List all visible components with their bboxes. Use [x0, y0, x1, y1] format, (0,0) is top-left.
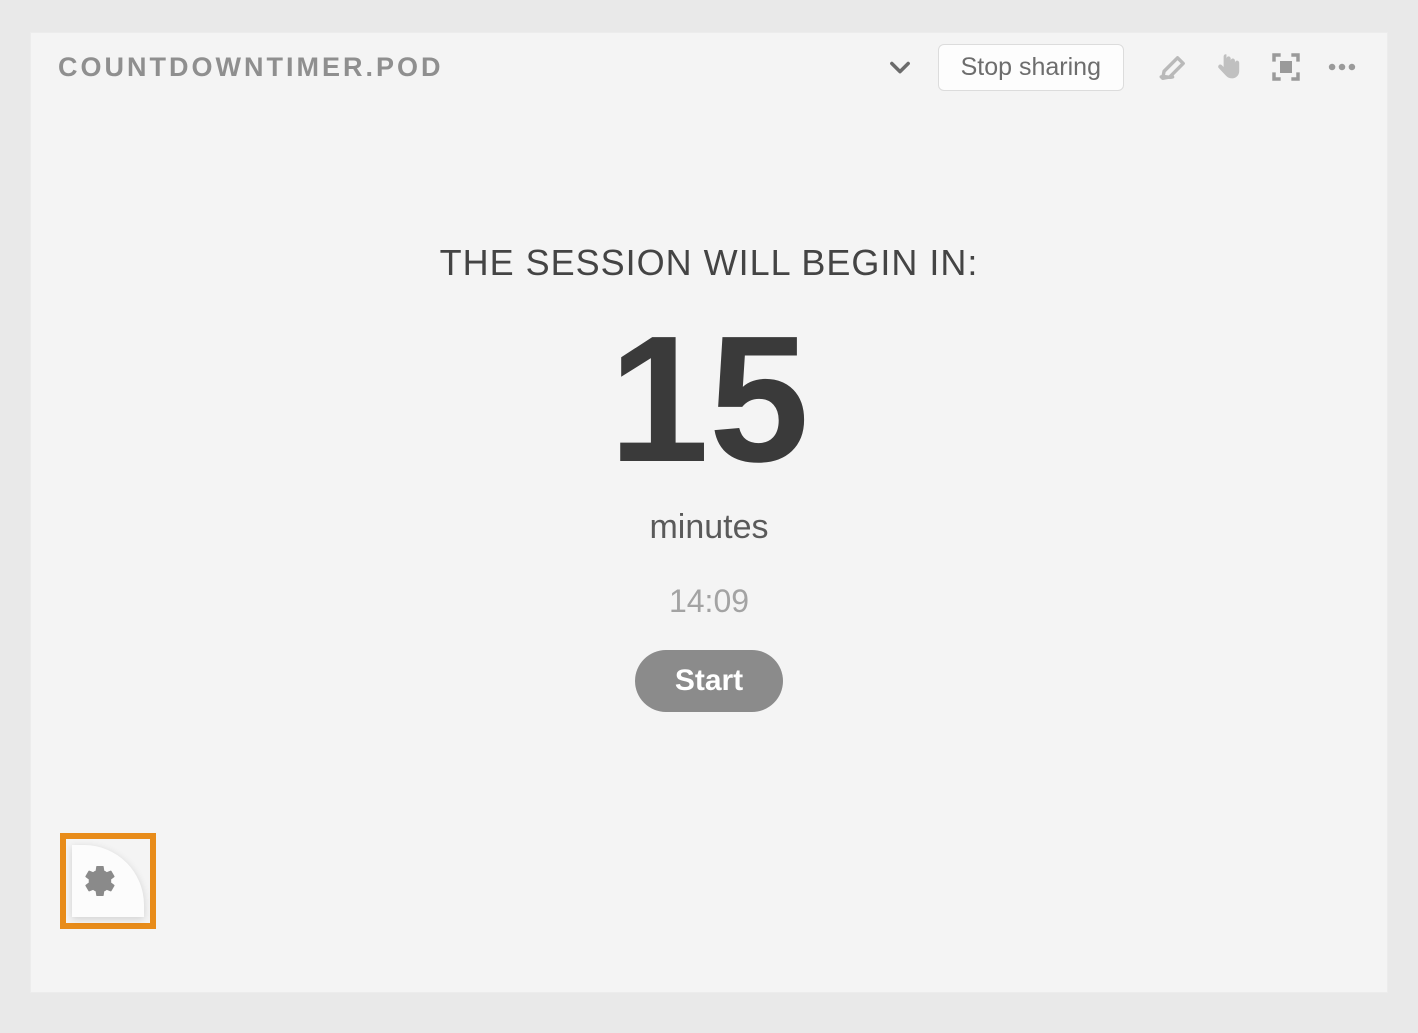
settings-highlight-box: [60, 833, 156, 929]
draw-tool-button[interactable]: [1150, 43, 1198, 91]
pointer-tool-button[interactable]: [1206, 43, 1254, 91]
settings-button[interactable]: [72, 845, 144, 917]
app-background: COUNTDOWNTIMER.POD Stop sharing: [0, 0, 1418, 1033]
fullscreen-button[interactable]: [1262, 43, 1310, 91]
timer-body: THE SESSION WILL BEGIN IN: 15 minutes 14…: [30, 102, 1388, 712]
pod-title: COUNTDOWNTIMER.POD: [58, 52, 443, 83]
more-options-button[interactable]: [1318, 43, 1366, 91]
timer-value: 15: [30, 310, 1388, 490]
timer-heading: THE SESSION WILL BEGIN IN:: [30, 242, 1388, 284]
stop-sharing-button[interactable]: Stop sharing: [938, 44, 1124, 91]
pod-window: COUNTDOWNTIMER.POD Stop sharing: [30, 32, 1388, 993]
fullscreen-icon: [1270, 51, 1302, 83]
timer-units: minutes: [30, 508, 1388, 547]
start-button[interactable]: Start: [635, 650, 783, 712]
pod-header: COUNTDOWNTIMER.POD Stop sharing: [30, 32, 1388, 102]
ellipsis-icon: [1325, 50, 1359, 84]
chevron-down-icon: [886, 53, 914, 81]
gear-icon: [82, 863, 118, 899]
hand-pointer-icon: [1213, 50, 1247, 84]
timer-clock: 14:09: [30, 583, 1388, 620]
collapse-dropdown[interactable]: [880, 47, 920, 87]
pencil-icon: [1157, 50, 1191, 84]
